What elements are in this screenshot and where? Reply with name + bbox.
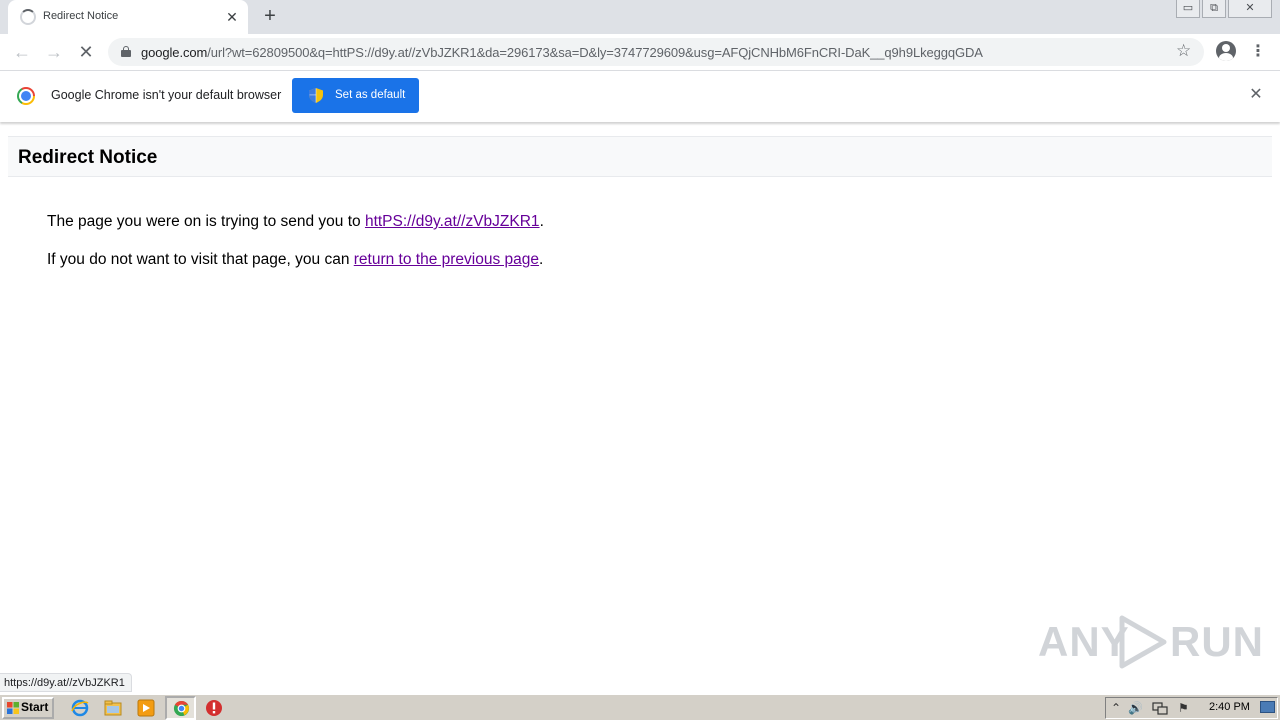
- redirect-target-link[interactable]: httPS://d9y.at//zVbJZKR1: [365, 213, 540, 230]
- url-path: /url?wt=62809500&q=httPS://d9y.at//zVbJZ…: [207, 45, 983, 60]
- profile-icon[interactable]: [1216, 41, 1236, 61]
- media-player-icon[interactable]: [137, 699, 155, 717]
- infobar-message: Google Chrome isn't your default browser: [51, 88, 282, 102]
- url-text[interactable]: google.com/url?wt=62809500&q=httPS://d9y…: [141, 45, 983, 60]
- stop-loading-button[interactable]: ✕: [73, 39, 99, 65]
- ie-icon[interactable]: [71, 699, 89, 717]
- watermark-right: RUN: [1170, 618, 1264, 665]
- default-browser-infobar: Google Chrome isn't your default browser…: [0, 70, 1280, 122]
- set-as-default-label: Set as default: [335, 89, 406, 101]
- start-label: Start: [21, 700, 49, 714]
- anyrun-watermark: ANY RUN: [1038, 612, 1263, 672]
- address-bar[interactable]: google.com/url?wt=62809500&q=httPS://d9y…: [108, 38, 1204, 66]
- watermark-play-icon: [1119, 615, 1167, 669]
- restore-button[interactable]: ⧉: [1202, 0, 1226, 18]
- chrome-taskbar-button[interactable]: [165, 696, 196, 720]
- tab-strip: Redirect Notice ✕ + ▭ ⧉ ✕: [0, 0, 1280, 34]
- return-message: If you do not want to visit that page, y…: [47, 250, 544, 269]
- redirect-content: The page you were on is trying to send y…: [47, 212, 544, 288]
- browser-toolbar: ← → ✕ google.com/url?wt=62809500&q=httPS…: [0, 34, 1280, 70]
- taskbar-clock[interactable]: 2:40 PM: [1209, 701, 1250, 713]
- return-previous-link[interactable]: return to the previous page: [354, 251, 539, 268]
- window-close-button[interactable]: ✕: [1228, 0, 1272, 18]
- infobar-close-icon[interactable]: ✕: [1246, 85, 1266, 105]
- stop-icon[interactable]: [205, 699, 223, 717]
- tab-redirect-notice[interactable]: Redirect Notice ✕: [8, 0, 248, 34]
- tab-close-icon[interactable]: ✕: [222, 7, 242, 27]
- menu-icon[interactable]: ⋮: [1250, 41, 1266, 63]
- tab-title: Redirect Notice: [43, 10, 119, 22]
- bookmark-star-icon[interactable]: ☆: [1176, 41, 1191, 61]
- lock-icon[interactable]: [121, 46, 131, 57]
- new-tab-button[interactable]: +: [258, 5, 282, 29]
- system-tray: ⌃ 🔊 ⚑: [1105, 697, 1278, 719]
- redirect-period: .: [539, 213, 544, 230]
- network-icon[interactable]: [1152, 702, 1168, 716]
- show-desktop-icon[interactable]: [1260, 701, 1275, 713]
- set-as-default-button[interactable]: Set as default: [292, 78, 419, 113]
- page-title: Redirect Notice: [18, 147, 158, 168]
- url-host: google.com: [141, 45, 208, 60]
- minimize-button[interactable]: ▭: [1176, 0, 1200, 18]
- chrome-logo-icon: [17, 87, 35, 105]
- chrome-icon: [173, 700, 190, 717]
- volume-icon[interactable]: 🔊: [1128, 701, 1143, 715]
- return-text: If you do not want to visit that page, y…: [47, 251, 354, 268]
- return-period: .: [539, 251, 544, 268]
- redirect-text: The page you were on is trying to send y…: [47, 213, 365, 230]
- shield-icon: [309, 88, 323, 103]
- loading-spinner-icon: [20, 9, 36, 25]
- back-button[interactable]: ←: [9, 39, 35, 65]
- status-bubble: https://d9y.at//zVbJZKR1: [0, 673, 132, 692]
- windows-taskbar: Start ⌃ 🔊 ⚑ 2:40 PM: [0, 694, 1280, 720]
- windows-flag-icon: [7, 702, 19, 714]
- explorer-icon[interactable]: [104, 699, 122, 717]
- start-button[interactable]: Start: [2, 697, 54, 719]
- tray-chevron-icon[interactable]: ⌃: [1111, 701, 1121, 715]
- redirect-header: Redirect Notice: [8, 136, 1272, 177]
- forward-button[interactable]: →: [41, 39, 67, 65]
- redirect-message: The page you were on is trying to send y…: [47, 212, 544, 231]
- action-center-flag-icon[interactable]: ⚑: [1178, 701, 1189, 715]
- window-controls: ▭ ⧉ ✕: [1176, 0, 1272, 20]
